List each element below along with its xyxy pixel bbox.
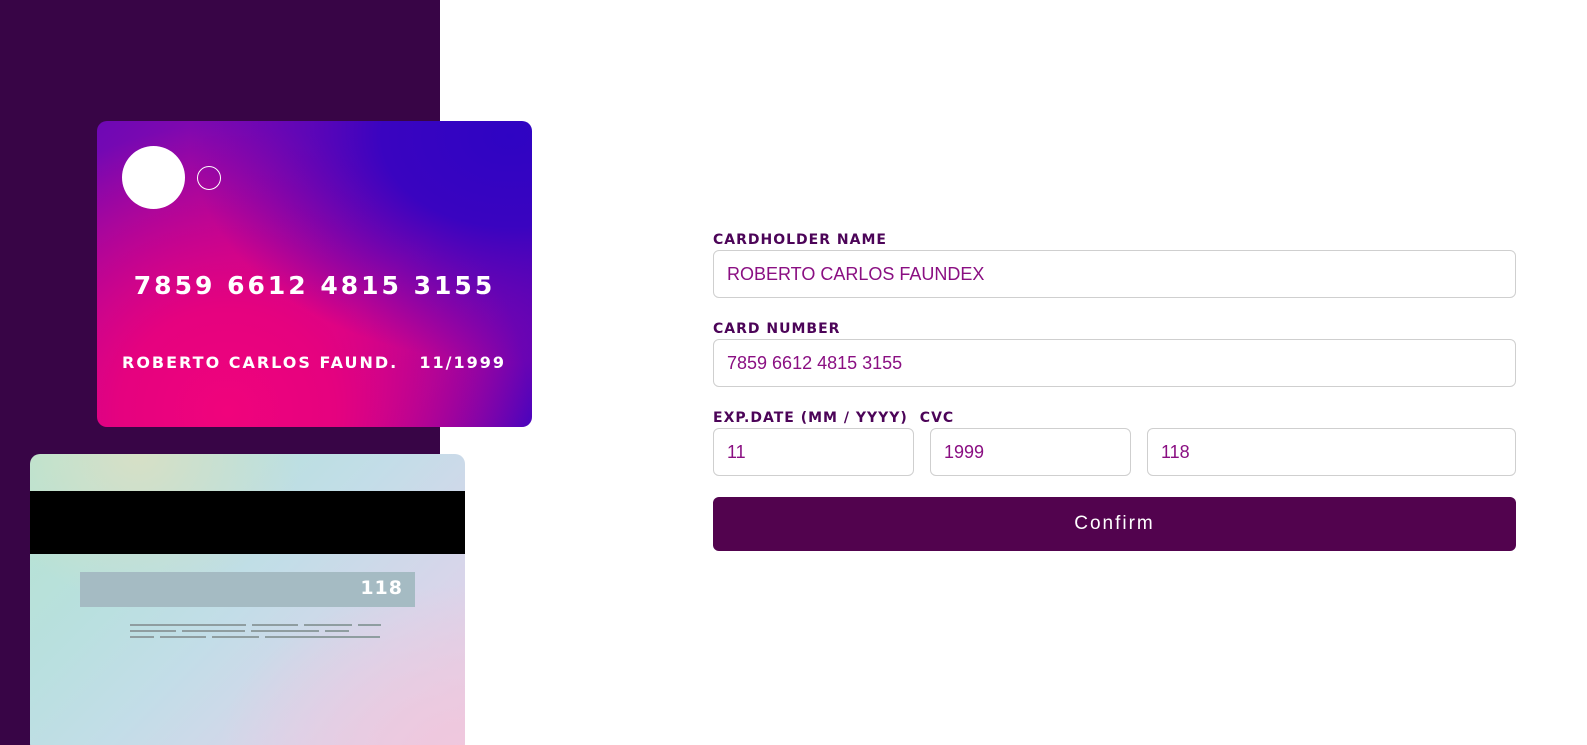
expiry-cvc-group: EXP.DATE (MM / YYYY) CVC bbox=[713, 408, 1516, 476]
card-back-cvc: 118 bbox=[360, 577, 403, 599]
card-number-input[interactable] bbox=[713, 339, 1516, 387]
confirm-button[interactable]: Confirm bbox=[713, 497, 1516, 551]
exp-year-input[interactable] bbox=[930, 428, 1131, 476]
page: 7859 6612 4815 3155 ROBERTO CARLOS FAUND… bbox=[0, 0, 1587, 745]
cardholder-group: CARDHOLDER NAME bbox=[713, 230, 1516, 298]
card-front: 7859 6612 4815 3155 ROBERTO CARLOS FAUND… bbox=[97, 121, 532, 427]
card-front-number: 7859 6612 4815 3155 bbox=[133, 271, 496, 300]
card-number-group: CARD NUMBER bbox=[713, 319, 1516, 387]
expiry-cvc-labels: EXP.DATE (MM / YYYY) CVC bbox=[713, 408, 1516, 428]
card-logo-circle-large-icon bbox=[122, 146, 185, 209]
exp-month-input[interactable] bbox=[713, 428, 914, 476]
cardholder-name-input[interactable] bbox=[713, 250, 1516, 298]
card-logo-circle-small-icon bbox=[197, 166, 221, 190]
card-number-label: CARD NUMBER bbox=[713, 321, 841, 337]
exp-date-label: EXP.DATE (MM / YYYY) bbox=[713, 410, 908, 426]
signature-strip: 118 bbox=[80, 572, 415, 607]
expiry-cvc-inputs bbox=[713, 428, 1516, 476]
cvc-input[interactable] bbox=[1147, 428, 1516, 476]
card-back: 118 bbox=[30, 454, 465, 745]
card-back-fine-print-lines bbox=[130, 624, 385, 642]
magnetic-stripe bbox=[30, 491, 465, 554]
cardholder-name-label: CARDHOLDER NAME bbox=[713, 232, 887, 248]
card-front-holder-name: ROBERTO CARLOS FAUND. bbox=[122, 353, 399, 372]
cvc-label: CVC bbox=[919, 410, 955, 426]
card-front-expiry: 11/1999 bbox=[419, 353, 506, 372]
card-details-form: CARDHOLDER NAME CARD NUMBER EXP.DATE (MM… bbox=[713, 230, 1516, 551]
